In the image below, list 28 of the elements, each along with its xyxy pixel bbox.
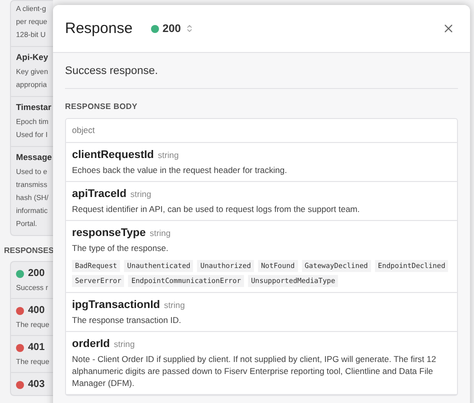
parameter-name: Api-Key (16, 52, 50, 62)
field-name: clientRequestId (72, 149, 154, 161)
field-type: string (158, 150, 179, 160)
response-code[interactable]: 200 (28, 268, 45, 279)
field-name: responseType (72, 227, 146, 239)
field-type: string (114, 339, 135, 349)
section-heading: RESPONSE BODY (65, 102, 138, 111)
field-name: ipgTransactionId (72, 299, 160, 311)
dialog-title: Response (65, 20, 133, 37)
response-code[interactable]: 400 (28, 305, 45, 316)
response-code[interactable]: 403 (28, 379, 45, 390)
field-description: Request identifier in API, can be used to request logs from the support team. (72, 203, 361, 215)
field-description: The response transaction ID. (72, 314, 182, 326)
field-type: string (150, 228, 171, 238)
section-heading: RESPONSES (4, 246, 53, 255)
schema-type: object (66, 119, 457, 143)
response-code[interactable]: 401 (28, 342, 45, 353)
field-name: orderId (72, 338, 110, 350)
parameter-name: Message (16, 152, 53, 162)
response-description: Success response. (65, 53, 458, 89)
field-description: The type of the response. (72, 242, 170, 254)
parameter-name: Timestar (16, 102, 52, 112)
field-type: string (130, 189, 152, 199)
field-name: apiTraceId (72, 188, 126, 200)
field-description: Note - Client Order ID if supplied by client. If not supplied by client, IPG will generate. The first 12 alphanumeric digits are passed down to Fiserv Enterprise reporting tool, Clientline and Data File Manager (DFM). (72, 353, 438, 389)
status-selector[interactable]: 200 (150, 22, 194, 34)
field-description: Echoes back the value in the request header for tracking. (72, 164, 288, 176)
field-type: string (164, 300, 185, 310)
